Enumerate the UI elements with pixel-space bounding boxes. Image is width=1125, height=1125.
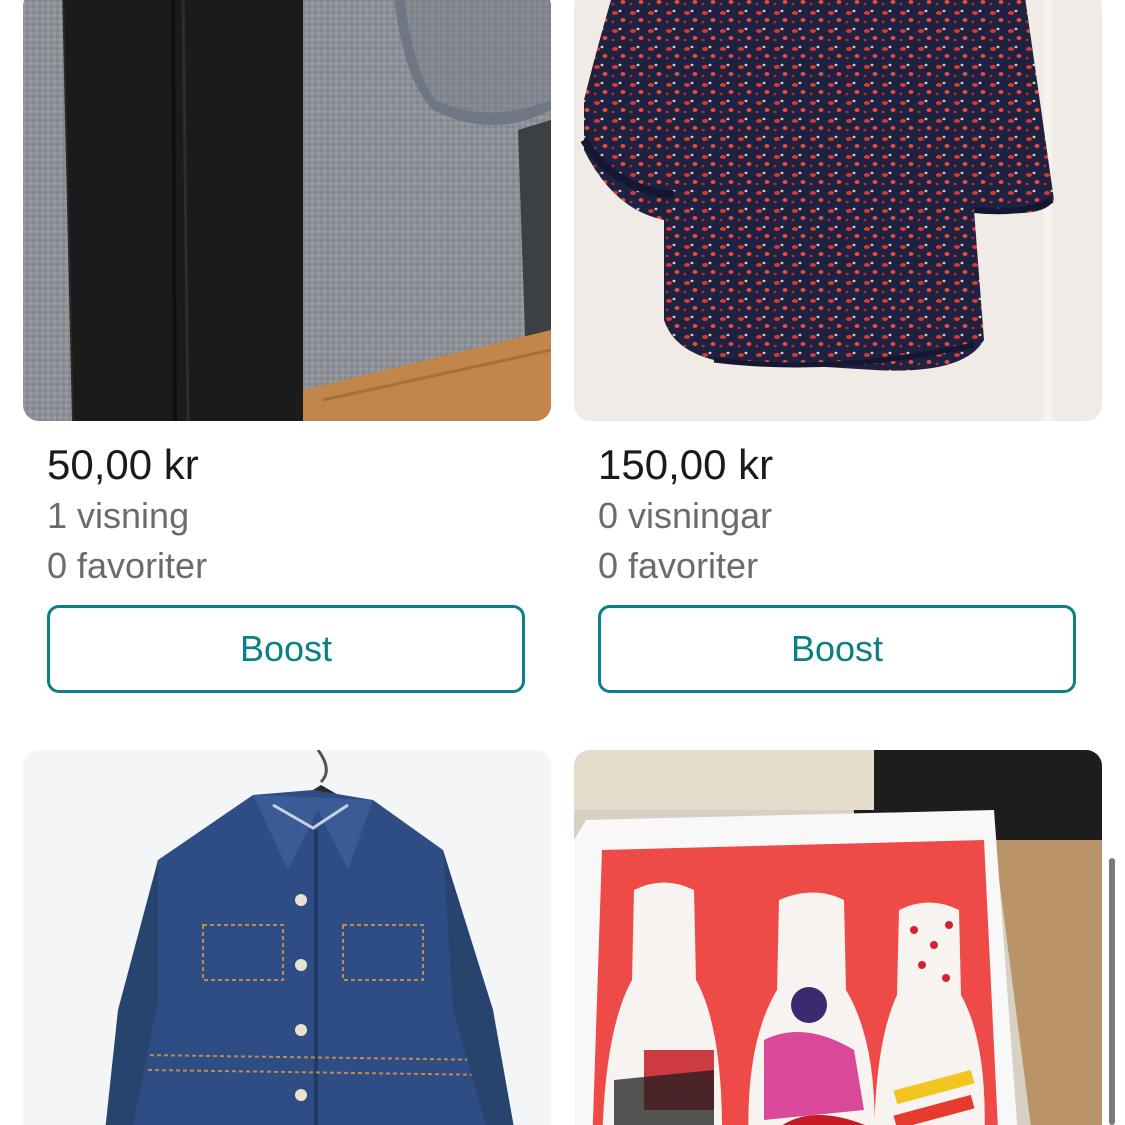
listing-info: 150,00 kr 0 visningar 0 favoriter Boost — [574, 439, 1102, 693]
listing-views: 1 visning — [47, 495, 190, 536]
denim-jacket-image — [23, 750, 551, 1125]
listing-card[interactable] — [574, 750, 1102, 1125]
listing-card[interactable] — [23, 750, 551, 1125]
listing-photo-red-dotted-blouse[interactable] — [574, 0, 1102, 421]
listings-grid: 50,00 kr 1 visning 0 favoriter Boost 150… — [0, 0, 1125, 1125]
listing-photo-denim-jacket[interactable] — [23, 750, 551, 1125]
listing-photo-black-trousers[interactable] — [23, 0, 551, 421]
listing-favorites: 0 favoriter — [598, 545, 759, 586]
black-trousers-image — [23, 0, 551, 421]
scrollbar[interactable] — [1109, 858, 1115, 1125]
coca-cola-light-bottles-image — [574, 750, 1102, 1125]
red-dotted-blouse-image — [574, 0, 1102, 421]
boost-button[interactable]: Boost — [47, 605, 525, 693]
listing-card[interactable]: 50,00 kr 1 visning 0 favoriter Boost — [23, 0, 551, 693]
listing-price: 50,00 kr — [47, 441, 199, 488]
listing-photo-coca-cola-light-bottles[interactable] — [574, 750, 1102, 1125]
listing-card[interactable]: 150,00 kr 0 visningar 0 favoriter Boost — [574, 0, 1102, 693]
listing-info: 50,00 kr 1 visning 0 favoriter Boost — [23, 439, 551, 693]
boost-button[interactable]: Boost — [598, 605, 1076, 693]
listing-price: 150,00 kr — [598, 441, 774, 488]
listing-favorites: 0 favoriter — [47, 545, 208, 586]
listing-views: 0 visningar — [598, 495, 773, 536]
